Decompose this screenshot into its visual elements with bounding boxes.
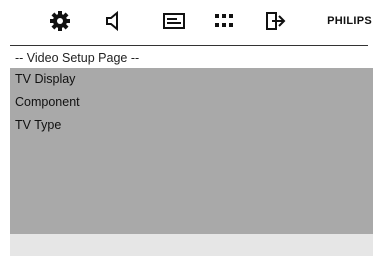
menu-item-component[interactable]: Component — [15, 95, 80, 109]
menu-item-tv-type[interactable]: TV Type — [15, 118, 61, 132]
setup-toolbar: PHILIPS — [0, 0, 374, 44]
menu-item-tv-display[interactable]: TV Display — [15, 72, 75, 86]
bottom-bar — [10, 234, 373, 256]
speaker-icon[interactable] — [103, 9, 127, 33]
brand-logo: PHILIPS — [327, 15, 372, 27]
gear-icon[interactable] — [48, 9, 72, 33]
subtitle-icon[interactable] — [162, 9, 186, 33]
grid-icon[interactable] — [212, 9, 236, 33]
menu-area: TV Display Component TV Type — [10, 68, 373, 234]
page-title: -- Video Setup Page -- — [15, 51, 140, 65]
header-divider — [10, 45, 368, 46]
exit-icon[interactable] — [264, 9, 288, 33]
